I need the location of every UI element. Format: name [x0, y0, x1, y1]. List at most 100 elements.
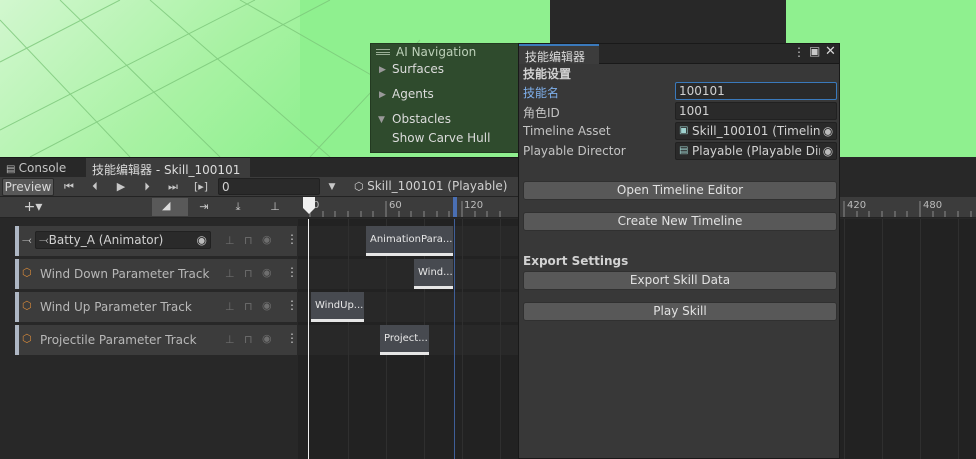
pin-icon[interactable]: ⊥ [225, 333, 235, 346]
goto-start-icon[interactable]: ⏮ [60, 178, 78, 196]
tab-console-label: Console [18, 161, 67, 175]
grid-line [462, 219, 463, 459]
grid-line [958, 219, 959, 459]
timeline-asset-value: Skill_100101 (Timeline [692, 124, 828, 138]
parameter-track-icon: ⬡ [22, 332, 32, 345]
open-timeline-editor-button[interactable]: Open Timeline Editor [523, 181, 837, 200]
frame-input[interactable]: 0 [218, 178, 320, 195]
tab-skill-editor[interactable]: 技能编辑器 - Skill_100101 [86, 158, 250, 178]
play-skill-button[interactable]: Play Skill [523, 302, 837, 321]
add-track-button[interactable]: +▾ [16, 198, 50, 216]
track-menu-icon[interactable]: ⋮ [286, 232, 298, 246]
timeline-asset-icon: ⬡ [354, 180, 368, 193]
ruler-tick-label: 120 [464, 200, 484, 211]
track-row[interactable]: ⬡ Wind Down Parameter Track ⊥ ⊓ ◉ ⋮ [15, 259, 298, 289]
close-icon[interactable]: ✕ [825, 44, 836, 59]
grid-line [348, 219, 349, 459]
next-frame-icon[interactable]: ⏵ [138, 178, 156, 196]
track-header-area: ⤙ ⤙Batty_A (Animator) ◉ ⊥ ⊓ ◉ ⋮ ⬡ Wind D… [0, 219, 298, 459]
playhead-marker-icon[interactable] [302, 197, 316, 215]
pin-icon[interactable]: ⊥ [225, 300, 235, 313]
role-id-input[interactable]: 1001 [675, 102, 837, 120]
tab-console[interactable]: ▤ Console [0, 158, 84, 178]
animator-small-icon: ⤙ [39, 233, 49, 247]
export-skill-data-button[interactable]: Export Skill Data [523, 271, 837, 290]
track-row[interactable]: ⬡ Projectile Parameter Track ⊥ ⊓ ◉ ⋮ [15, 325, 298, 355]
replace-mode-icon[interactable]: ⤓ [226, 198, 250, 216]
track-row[interactable]: ⬡ Wind Up Parameter Track ⊥ ⊓ ◉ ⋮ [15, 292, 298, 322]
pin-icon[interactable]: ⊥ [225, 234, 235, 247]
end-marker-line [454, 219, 455, 459]
grid-line [920, 219, 921, 459]
timeline-clip[interactable]: Wind... [414, 259, 453, 289]
timeline-asset-field[interactable]: ▣ Skill_100101 (Timeline ◉ [675, 122, 837, 140]
grid-line [500, 219, 501, 459]
tab-skill-editor-label: 技能编辑器 - Skill_100101 [92, 163, 241, 177]
timeline-toolbar: Preview ⏮ ⏴ ▶ ⏵ ⏭ [▸] 0 ▼ ⬡ Skill_100101… [0, 177, 518, 197]
playable-director-field[interactable]: ▤ Playable (Playable Dire ◉ [675, 142, 837, 160]
track-menu-icon[interactable]: ⋮ [286, 298, 298, 312]
console-icon: ▤ [6, 164, 19, 175]
time-ruler[interactable]: 0 60 120 [298, 197, 518, 217]
collapse-arrow-icon[interactable]: ▼ [378, 115, 385, 125]
timeline-clip[interactable]: WindUp... [311, 292, 364, 322]
prev-frame-icon[interactable]: ⏴ [86, 178, 104, 196]
preview-button[interactable]: Preview [2, 178, 54, 196]
expand-arrow-icon[interactable]: ▶ [379, 90, 386, 100]
show-carve-hull-toggle[interactable]: Show Carve Hull [392, 131, 490, 145]
tab-skill-editor-window[interactable]: 技能编辑器 [519, 44, 599, 64]
window-menu-icon[interactable]: ⋮ [793, 45, 805, 59]
ai-navigation-title: AI Navigation [396, 45, 477, 59]
field-label-skill-name: 技能名 [523, 86, 560, 100]
time-ruler-right[interactable]: 420 480 [840, 197, 976, 217]
object-picker-icon[interactable]: ◉ [820, 143, 836, 159]
playable-director-value: Playable (Playable Dire [692, 144, 831, 158]
timeline-clip[interactable]: Project... [380, 325, 429, 355]
window-tab-bar: ▤ Console 技能编辑器 - Skill_100101 [0, 157, 518, 178]
nav-item-obstacles[interactable]: Obstacles [392, 112, 451, 126]
grid-line [844, 219, 845, 459]
section-title: 技能设置 [523, 67, 572, 81]
play-icon[interactable]: ▶ [112, 178, 130, 196]
clip-area-right[interactable] [840, 219, 976, 459]
edit-mode-mix-button[interactable]: ◢ [152, 198, 188, 216]
eye-icon[interactable]: ◉ [262, 299, 272, 312]
ruler-tick-label: 420 [847, 200, 867, 211]
skill-name-input[interactable]: 100101 [675, 82, 837, 100]
playable-selector[interactable]: ⬡ Skill_100101 (Playable) [354, 179, 507, 193]
track-menu-icon[interactable]: ⋮ [286, 265, 298, 279]
lock-icon[interactable]: ⊓ [244, 333, 253, 346]
lock-icon[interactable]: ⊓ [244, 267, 253, 280]
lock-icon[interactable]: ⊓ [244, 234, 253, 247]
drag-grip-icon[interactable] [376, 49, 390, 55]
nav-item-agents[interactable]: Agents [392, 87, 434, 101]
timeline-clip[interactable]: AnimationPara... [366, 226, 453, 256]
goto-end-icon[interactable]: ⏭ [164, 178, 182, 196]
parameter-track-icon: ⬡ [22, 299, 32, 312]
pin-icon[interactable]: ⊥ [225, 267, 235, 280]
eye-icon[interactable]: ◉ [262, 266, 272, 279]
track-name: Wind Down Parameter Track [40, 267, 210, 281]
field-label-playable-director: Playable Director [523, 144, 626, 158]
lock-icon[interactable]: ⊓ [244, 300, 253, 313]
object-picker-icon[interactable]: ◉ [820, 123, 836, 139]
animator-binding-field[interactable]: ⤙Batty_A (Animator) ◉ [35, 231, 211, 249]
object-picker-icon[interactable]: ◉ [197, 232, 207, 248]
clip-area[interactable]: AnimationPara... Wind... WindUp... Proje… [298, 219, 518, 459]
eye-icon[interactable]: ◉ [262, 233, 272, 246]
grid-line [882, 219, 883, 459]
playhead-line[interactable] [308, 219, 309, 459]
nav-item-surfaces[interactable]: Surfaces [392, 62, 444, 76]
snap-icon[interactable]: ⊥ [266, 198, 284, 216]
track-row[interactable]: ⤙ ⤙Batty_A (Animator) ◉ ⊥ ⊓ ◉ ⋮ [15, 226, 298, 256]
play-range-icon[interactable]: [▸] [190, 178, 212, 196]
dropdown-arrow-icon[interactable]: ▼ [324, 178, 340, 196]
ripple-mode-icon[interactable]: ⇥ [192, 198, 216, 216]
maximize-icon[interactable]: ▣ [809, 44, 820, 58]
clip-lane [298, 259, 518, 289]
track-menu-icon[interactable]: ⋮ [286, 331, 298, 345]
create-new-timeline-button[interactable]: Create New Timeline [523, 212, 837, 231]
eye-icon[interactable]: ◉ [262, 332, 272, 345]
parameter-track-icon: ⬡ [22, 266, 32, 279]
expand-arrow-icon[interactable]: ▶ [379, 65, 386, 75]
